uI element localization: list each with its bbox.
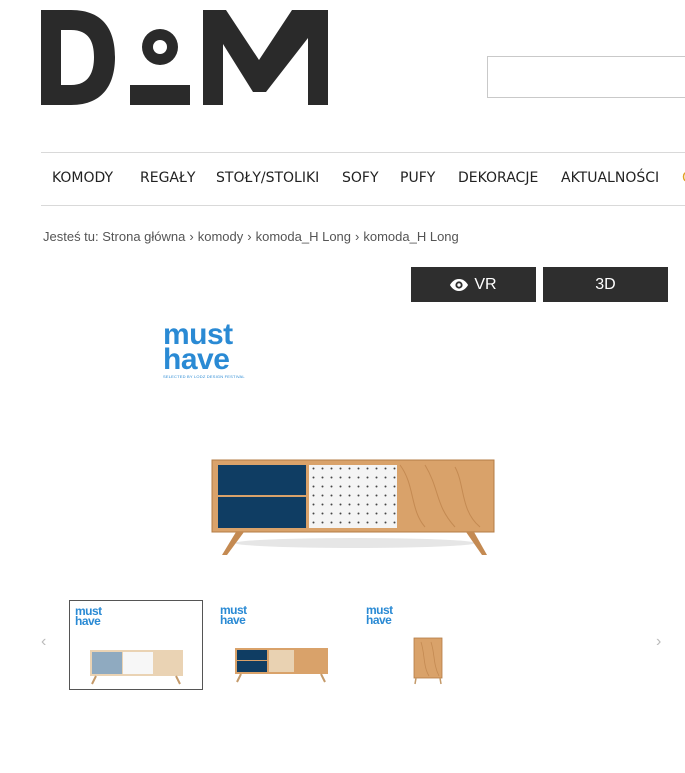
breadcrumb-separator: › (189, 229, 194, 244)
gallery-prev-arrow-icon[interactable]: ‹ (41, 633, 46, 651)
breadcrumb-separator: › (247, 229, 252, 244)
3d-button-label: 3D (595, 275, 616, 293)
thumbnail-3[interactable]: must have (361, 600, 495, 690)
nav-item-pufy[interactable]: PUFY (400, 170, 435, 186)
breadcrumb-category[interactable]: komoda_H Long (256, 229, 351, 244)
vr-button[interactable]: VR (411, 267, 536, 302)
eye-icon (450, 278, 469, 291)
gallery-next-arrow-icon[interactable]: › (656, 633, 661, 651)
nav-item-stoly-stoliki[interactable]: STOŁY/STOLIKI (216, 170, 319, 186)
breadcrumb-prefix: Jesteś tu: (43, 229, 99, 244)
badge-tagline: SELECTED BY LODZ DESIGN FESTIVAL (163, 374, 245, 380)
nav-item-aktualnosci[interactable]: AKTUALNOŚCI (561, 170, 659, 186)
badge-line-2: have (220, 613, 246, 628)
badge-line-2: have (163, 342, 230, 376)
must-have-badge-small: must have (75, 605, 102, 629)
breadcrumb-current: komoda_H Long (363, 229, 459, 244)
nav-item-komody[interactable]: KOMODY (52, 170, 113, 186)
must-have-badge-small: must have (366, 604, 393, 628)
nav-item-dekoracje[interactable]: DEKORACJE (458, 170, 538, 186)
badge-line-2: have (366, 613, 392, 628)
dom-logo[interactable] (41, 10, 331, 111)
must-have-badge: must have SELECTED BY LODZ DESIGN FESTIV… (163, 320, 245, 380)
breadcrumb-separator: › (355, 229, 360, 244)
badge-line-2: have (75, 614, 101, 629)
thumbnail-2[interactable]: must have (215, 600, 349, 690)
product-image-main[interactable] (210, 455, 500, 570)
breadcrumb-home[interactable]: Strona główna (102, 229, 185, 244)
breadcrumb-komody[interactable]: komody (198, 229, 244, 244)
main-nav: KOMODY REGAŁY STOŁY/STOLIKI SOFY PUFY DE… (41, 152, 685, 206)
vr-button-label: VR (474, 275, 497, 293)
nav-item-regaly[interactable]: REGAŁY (140, 170, 195, 186)
search-input[interactable] (487, 56, 685, 98)
3d-button[interactable]: 3D (543, 267, 668, 302)
nav-item-sofy[interactable]: SOFY (342, 170, 379, 186)
thumbnail-1[interactable]: must have (69, 600, 203, 690)
must-have-badge-small: must have (220, 604, 247, 628)
breadcrumb: Jesteś tu: Strona główna › komody › komoda_H… (43, 229, 459, 244)
